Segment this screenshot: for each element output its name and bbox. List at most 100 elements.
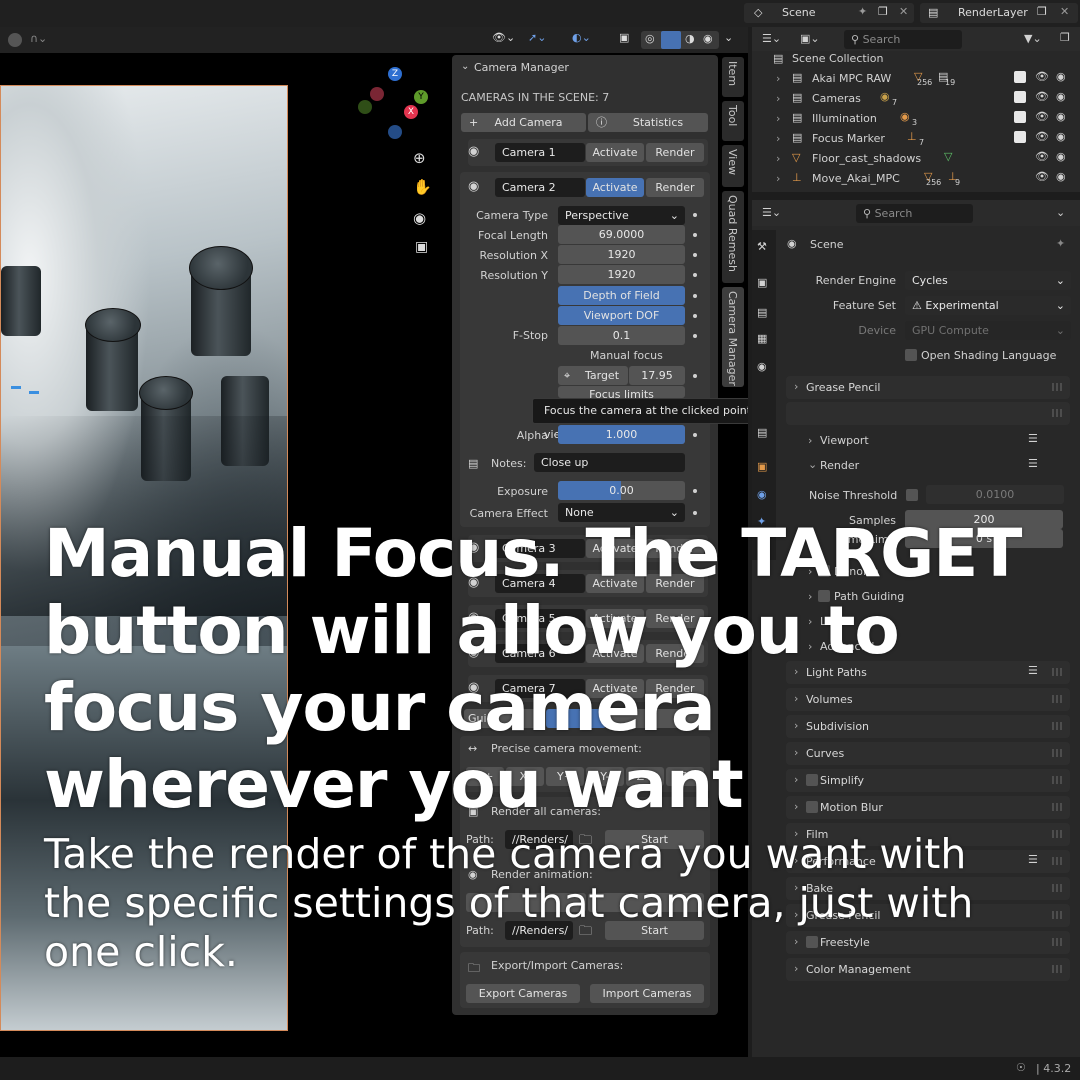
device-select[interactable]: GPU Compute ⌄ bbox=[905, 321, 1071, 340]
gizmo-icon[interactable]: ➚⌄ bbox=[528, 31, 546, 44]
add-camera-button[interactable]: + Add Camera bbox=[461, 113, 586, 132]
tab-view[interactable]: View bbox=[722, 145, 744, 187]
exclude-checkbox[interactable] bbox=[1014, 91, 1026, 103]
eye-icon[interactable]: 👁 bbox=[1035, 130, 1049, 143]
editor-type-icon[interactable]: ☰⌄ bbox=[762, 206, 781, 219]
chevron-right-icon[interactable]: › bbox=[808, 434, 812, 447]
outliner-item-name[interactable]: Move_Akai_MPC bbox=[812, 172, 900, 185]
pin-icon[interactable]: ✦ bbox=[1056, 237, 1065, 250]
chevron-down-icon[interactable]: ⌄ bbox=[1056, 206, 1065, 219]
camera-icon[interactable]: ◉ bbox=[413, 209, 426, 227]
focus-limits-button[interactable]: Focus limits bbox=[558, 386, 685, 398]
notes-field[interactable]: Close up bbox=[534, 453, 685, 472]
outliner-item-name[interactable]: Cameras bbox=[812, 92, 861, 105]
resolution-y-field[interactable]: 1920 bbox=[558, 265, 685, 284]
keyframe-dot[interactable] bbox=[693, 294, 697, 298]
drag-grip-icon[interactable] bbox=[1052, 884, 1064, 892]
close-icon[interactable]: ✕ bbox=[1060, 5, 1069, 18]
render-engine-select[interactable]: Cycles ⌄ bbox=[905, 271, 1071, 290]
view-layer-tab-icon[interactable]: ▦ bbox=[757, 332, 767, 345]
viewport-dof-toggle[interactable]: Viewport DOF bbox=[558, 306, 685, 325]
visibility-icon[interactable]: 👁⌄ bbox=[492, 31, 515, 44]
keyframe-dot[interactable] bbox=[693, 374, 697, 378]
feature-set-select[interactable]: ⚠ Experimental ⌄ bbox=[905, 296, 1071, 315]
keyframe-dot[interactable] bbox=[693, 314, 697, 318]
navigation-gizmo[interactable]: Z Y X bbox=[358, 65, 434, 145]
outliner-item-name[interactable]: Illumination bbox=[812, 112, 877, 125]
drag-grip-icon[interactable] bbox=[1052, 383, 1064, 391]
outliner-item-name[interactable]: Akai MPC RAW bbox=[812, 72, 891, 85]
tab-item[interactable]: Item bbox=[722, 57, 744, 97]
eye-icon[interactable]: 👁 bbox=[1035, 110, 1049, 123]
noise-threshold-field[interactable]: 0.0100 bbox=[926, 485, 1064, 504]
z-axis-icon[interactable]: Z bbox=[388, 67, 402, 81]
focus-distance-field[interactable]: 17.95 bbox=[629, 366, 685, 385]
render-button[interactable]: Render bbox=[646, 178, 704, 197]
sampling-panel-header[interactable] bbox=[786, 402, 1070, 425]
render-layer-selector[interactable]: ▤ RenderLayer ❐ ✕ bbox=[920, 3, 1078, 23]
scene-tab-icon[interactable]: ◉ bbox=[757, 360, 767, 373]
chevron-down-icon[interactable]: ⌄ bbox=[808, 458, 817, 471]
render-camera-icon[interactable]: ◉ bbox=[1056, 90, 1066, 103]
material-icon[interactable]: ◑ bbox=[685, 32, 695, 45]
camera-name-field[interactable]: Camera 1 bbox=[495, 143, 585, 162]
noise-threshold-checkbox[interactable] bbox=[906, 489, 918, 501]
modifier-tab-icon[interactable]: ◉ bbox=[757, 488, 767, 501]
display-mode-icon[interactable]: ▣⌄ bbox=[800, 32, 820, 45]
resolution-x-field[interactable]: 1920 bbox=[558, 245, 685, 264]
scene-selector[interactable]: ◇ Scene ✦ ❐ ✕ bbox=[744, 3, 914, 23]
expand-icon[interactable]: › bbox=[776, 152, 780, 165]
tab-camera-manager[interactable]: Camera Manager bbox=[722, 287, 744, 387]
eye-icon[interactable]: 👁 bbox=[1035, 90, 1049, 103]
new-scene-icon[interactable]: ❐ bbox=[878, 5, 888, 18]
filter-icon[interactable]: ▼⌄ bbox=[1024, 32, 1042, 45]
outliner-search[interactable]: ⚲ Search bbox=[844, 30, 962, 49]
keyframe-dot[interactable] bbox=[693, 253, 697, 257]
shading-modes[interactable]: ◎ ◑ ◉ bbox=[641, 31, 719, 49]
target-button[interactable]: ⌖ Target bbox=[558, 366, 628, 385]
tab-tool[interactable]: Tool bbox=[722, 101, 744, 141]
drag-grip-icon[interactable] bbox=[1052, 938, 1064, 946]
pin-icon[interactable]: ✦ bbox=[858, 5, 867, 18]
chevron-down-icon[interactable]: ⌄ bbox=[724, 31, 733, 44]
osl-checkbox[interactable] bbox=[905, 349, 917, 361]
drag-grip-icon[interactable] bbox=[1052, 830, 1064, 838]
editor-type-icon[interactable]: ☰⌄ bbox=[762, 32, 781, 45]
lock-icon[interactable]: ▣ bbox=[415, 239, 428, 255]
outliner-item-name[interactable]: Focus Marker bbox=[812, 132, 885, 145]
close-icon[interactable]: ✕ bbox=[899, 5, 908, 18]
falloff-icon[interactable]: ∩⌄ bbox=[30, 32, 47, 45]
output-tab-icon[interactable]: ▤ bbox=[757, 306, 767, 319]
neg-x-icon[interactable] bbox=[370, 87, 384, 101]
expand-icon[interactable]: › bbox=[776, 132, 780, 145]
pivot-icon[interactable] bbox=[8, 33, 22, 47]
y-axis-icon[interactable]: Y bbox=[414, 90, 428, 104]
fstop-field[interactable]: 0.1 bbox=[558, 326, 685, 345]
exclude-checkbox[interactable] bbox=[1014, 71, 1026, 83]
eye-icon[interactable]: 👁 bbox=[1035, 150, 1049, 163]
alpha-slider[interactable]: 1.000 bbox=[558, 425, 685, 444]
expand-icon[interactable]: › bbox=[776, 112, 780, 125]
xray-icon[interactable]: ▣ bbox=[619, 31, 629, 44]
activate-button[interactable]: Activate bbox=[586, 178, 644, 197]
x-axis-icon[interactable]: X bbox=[404, 105, 418, 119]
tool-tab-icon[interactable]: ⚒ bbox=[757, 240, 767, 253]
render-camera-icon[interactable]: ◉ bbox=[1056, 70, 1066, 83]
solid-icon[interactable] bbox=[661, 31, 681, 49]
statistics-button[interactable]: ⓘ Statistics bbox=[588, 113, 708, 132]
camera-type-select[interactable]: Perspective ⌄ bbox=[558, 206, 685, 225]
keyframe-dot[interactable] bbox=[693, 233, 697, 237]
collapse-icon[interactable]: ⌄ bbox=[461, 61, 469, 72]
eye-icon[interactable]: 👁 bbox=[1035, 70, 1049, 83]
neg-z-icon[interactable] bbox=[388, 125, 402, 139]
focal-length-field[interactable]: 69.0000 bbox=[558, 225, 685, 244]
overlay-icon[interactable]: ◐⌄ bbox=[572, 31, 591, 44]
tab-quad-remesh[interactable]: Quad Remesh bbox=[722, 191, 744, 283]
exclude-checkbox[interactable] bbox=[1014, 111, 1026, 123]
keyframe-dot[interactable] bbox=[693, 213, 697, 217]
expand-icon[interactable]: › bbox=[776, 172, 780, 185]
expand-icon[interactable]: › bbox=[776, 72, 780, 85]
render-subpanel[interactable]: Render bbox=[820, 459, 859, 472]
render-tab-icon[interactable]: ▣ bbox=[757, 276, 767, 289]
outliner-item-name[interactable]: Floor_cast_shadows bbox=[812, 152, 921, 165]
